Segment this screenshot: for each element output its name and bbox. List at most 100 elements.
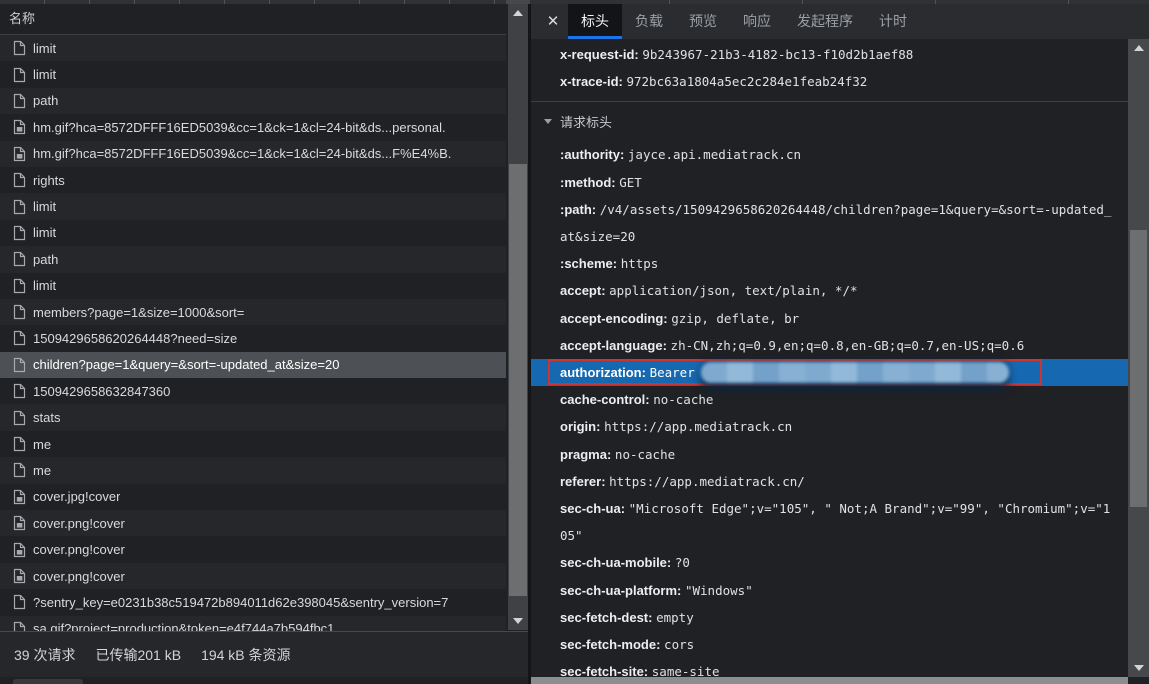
header-pseudo-method: :method: GET xyxy=(531,169,1128,196)
request-row[interactable]: limit xyxy=(0,193,506,219)
transferred-size: 已传输201 kB xyxy=(95,645,181,665)
network-status-bar: 39 次请求 已传输201 kB 194 kB 条资源 xyxy=(0,631,530,677)
request-row[interactable]: rights xyxy=(0,167,506,193)
header-name: sec-fetch-mode: xyxy=(560,637,660,652)
header-name: :method: xyxy=(560,175,616,190)
request-row[interactable]: ?sentry_key=e0231b38c519472b894011d62e39… xyxy=(0,589,506,615)
header-pseudo-path: :path: /v4/assets/1509429658620264448/ch… xyxy=(531,196,1128,250)
devtools-network-panel: 名称 limit limit path hm.gif?hca=8572DFFF16ED… xyxy=(0,0,1149,684)
header-accept-encoding: accept-encoding: gzip, deflate, br xyxy=(531,305,1128,332)
tab-response[interactable]: 响应 xyxy=(730,4,784,39)
header-value: zh-CN,zh;q=0.9,en;q=0.8,en-GB;q=0.7,en-U… xyxy=(671,338,1025,353)
image-file-icon xyxy=(13,146,26,162)
detail-tabs: 标头负载预览响应发起程序计时 xyxy=(568,4,920,39)
document-file-icon xyxy=(13,225,26,241)
request-name: 1509429658620264448?need=size xyxy=(33,331,237,346)
header-name: sec-ch-ua: xyxy=(560,501,625,516)
tab-initiator[interactable]: 发起程序 xyxy=(784,4,866,39)
image-file-icon xyxy=(13,515,26,531)
request-name: limit xyxy=(33,41,56,56)
header-origin: origin: https://app.mediatrack.cn xyxy=(531,413,1128,440)
request-row[interactable]: limit xyxy=(0,220,506,246)
request-row[interactable]: children?page=1&query=&sort=-updated_at&… xyxy=(0,352,506,378)
header-value: same-site xyxy=(652,664,720,677)
headers-scrollbar-thumb[interactable] xyxy=(1130,230,1147,507)
close-icon[interactable]: ✕ xyxy=(538,4,568,39)
request-name: me xyxy=(33,463,51,478)
request-name: cover.jpg!cover xyxy=(33,489,120,504)
section-divider xyxy=(531,101,1128,102)
header-value: "Windows" xyxy=(685,583,753,598)
header-name: cache-control: xyxy=(560,392,650,407)
document-file-icon xyxy=(13,278,26,294)
header-sec-ch-ua-platform: sec-ch-ua-platform: "Windows" xyxy=(531,577,1128,604)
request-row[interactable]: members?page=1&size=1000&sort= xyxy=(0,299,506,325)
header-authorization: authorization: Bearer xyxy=(531,359,1128,386)
requests-scrollbar[interactable] xyxy=(508,4,528,630)
header-value: 9b243967-21b3-4182-bc13-f10d2b1aef88 xyxy=(642,47,913,62)
request-row[interactable]: limit xyxy=(0,61,506,87)
header-name: :scheme: xyxy=(560,256,617,271)
tab-payload[interactable]: 负载 xyxy=(622,4,676,39)
panel-separator[interactable] xyxy=(528,4,531,684)
header-value: "Microsoft Edge";v="105", " Not;A Brand"… xyxy=(560,501,1110,543)
request-row[interactable]: stats xyxy=(0,404,506,430)
headers-scrollbar[interactable] xyxy=(1128,39,1149,677)
scroll-down-icon[interactable] xyxy=(508,613,528,629)
name-column-label: 名称 xyxy=(9,11,35,26)
request-name: limit xyxy=(33,199,56,214)
scroll-up-icon[interactable] xyxy=(508,5,528,21)
image-file-icon xyxy=(13,119,26,135)
header-sec-fetch-mode: sec-fetch-mode: cors xyxy=(531,631,1128,658)
header-value: /v4/assets/1509429658620264448/children?… xyxy=(560,202,1111,244)
request-row[interactable]: 1509429658632847360 xyxy=(0,378,506,404)
scroll-down-icon[interactable] xyxy=(1128,660,1149,676)
request-name: cover.png!cover xyxy=(33,516,125,531)
request-row[interactable]: path xyxy=(0,88,506,114)
tab-headers[interactable]: 标头 xyxy=(568,4,622,39)
header-referer: referer: https://app.mediatrack.cn/ xyxy=(531,468,1128,495)
request-name: path xyxy=(33,93,58,108)
request-row[interactable]: cover.png!cover xyxy=(0,536,506,562)
request-row[interactable]: cover.jpg!cover xyxy=(0,484,506,510)
header-sec-ch-ua-mobile: sec-ch-ua-mobile: ?0 xyxy=(531,549,1128,576)
tab-timing[interactable]: 计时 xyxy=(866,4,920,39)
header-sec-fetch-site: sec-fetch-site: same-site xyxy=(531,658,1128,677)
resources-size: 194 kB 条资源 xyxy=(201,645,290,665)
requests-count: 39 次请求 xyxy=(14,645,75,665)
request-row[interactable]: limit xyxy=(0,273,506,299)
header-sec-fetch-dest: sec-fetch-dest: empty xyxy=(531,604,1128,631)
request-row[interactable]: cover.png!cover xyxy=(0,510,506,536)
request-headers-section[interactable]: 请求标头 xyxy=(531,107,1128,135)
document-file-icon xyxy=(13,357,26,373)
request-row[interactable]: hm.gif?hca=8572DFFF16ED5039&cc=1&ck=1&cl… xyxy=(0,141,506,167)
header-value: https://app.mediatrack.cn/ xyxy=(609,474,805,489)
header-pragma: pragma: no-cache xyxy=(531,441,1128,468)
request-row[interactable]: path xyxy=(0,246,506,272)
header-name: sec-ch-ua-platform: xyxy=(560,583,681,598)
header-x-request-id: x-request-id: 9b243967-21b3-4182-bc13-f1… xyxy=(531,41,1128,68)
header-value: no-cache xyxy=(653,392,713,407)
detail-tab-bar: ✕ 标头负载预览响应发起程序计时 xyxy=(531,4,1149,39)
request-name: stats xyxy=(33,410,60,425)
header-name: accept: xyxy=(560,283,606,298)
name-column-header[interactable]: 名称 xyxy=(0,4,506,35)
scroll-up-icon[interactable] xyxy=(1128,40,1149,56)
request-name: path xyxy=(33,252,58,267)
request-name: limit xyxy=(33,225,56,240)
tab-preview[interactable]: 预览 xyxy=(676,4,730,39)
header-value: empty xyxy=(656,610,694,625)
image-file-icon xyxy=(13,489,26,505)
request-row[interactable]: me xyxy=(0,457,506,483)
request-row[interactable]: 1509429658620264448?need=size xyxy=(0,325,506,351)
request-row[interactable]: hm.gif?hca=8572DFFF16ED5039&cc=1&ck=1&cl… xyxy=(0,114,506,140)
header-value: 972bc63a1804a5ec2c284e1feab24f32 xyxy=(626,74,867,89)
section-title: 请求标头 xyxy=(560,112,612,131)
request-row[interactable]: limit xyxy=(0,35,506,61)
document-file-icon xyxy=(13,67,26,83)
header-value: application/json, text/plain, */* xyxy=(609,283,857,298)
request-row[interactable]: cover.png!cover xyxy=(0,563,506,589)
request-row[interactable]: me xyxy=(0,431,506,457)
requests-scrollbar-thumb[interactable] xyxy=(509,164,527,596)
header-name: sec-fetch-dest: xyxy=(560,610,652,625)
